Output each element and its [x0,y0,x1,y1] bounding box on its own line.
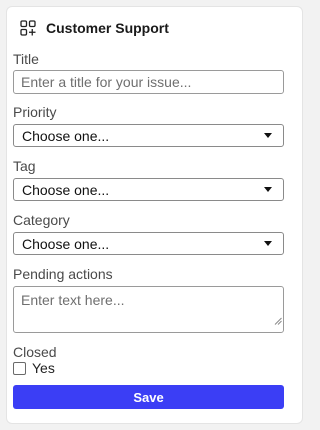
widgets-add-icon [20,20,36,36]
caret-down-icon [264,133,272,138]
priority-select[interactable]: Choose one... [13,124,284,147]
closed-label: Closed [13,344,57,360]
priority-selected-value: Choose one... [22,127,110,144]
category-label: Category [13,212,70,228]
priority-label: Priority [13,104,57,120]
save-button[interactable]: Save [13,385,284,409]
pending-actions-textarea[interactable] [13,286,284,333]
category-select[interactable]: Choose one... [13,232,284,255]
closed-option-label: Yes [32,360,55,376]
tag-label: Tag [13,158,36,174]
caret-down-icon [264,241,272,246]
resize-grip-icon[interactable] [274,317,282,325]
pending-actions-label: Pending actions [13,266,113,282]
title-label: Title [13,51,39,67]
card-header: Customer Support [20,18,169,38]
category-selected-value: Choose one... [22,235,110,252]
closed-option[interactable]: Yes [13,360,55,376]
closed-checkbox[interactable] [13,361,26,375]
title-input[interactable] [13,70,284,94]
tag-selected-value: Choose one... [22,181,110,198]
tag-select[interactable]: Choose one... [13,178,284,201]
caret-down-icon [264,187,272,192]
card-title: Customer Support [46,20,169,36]
